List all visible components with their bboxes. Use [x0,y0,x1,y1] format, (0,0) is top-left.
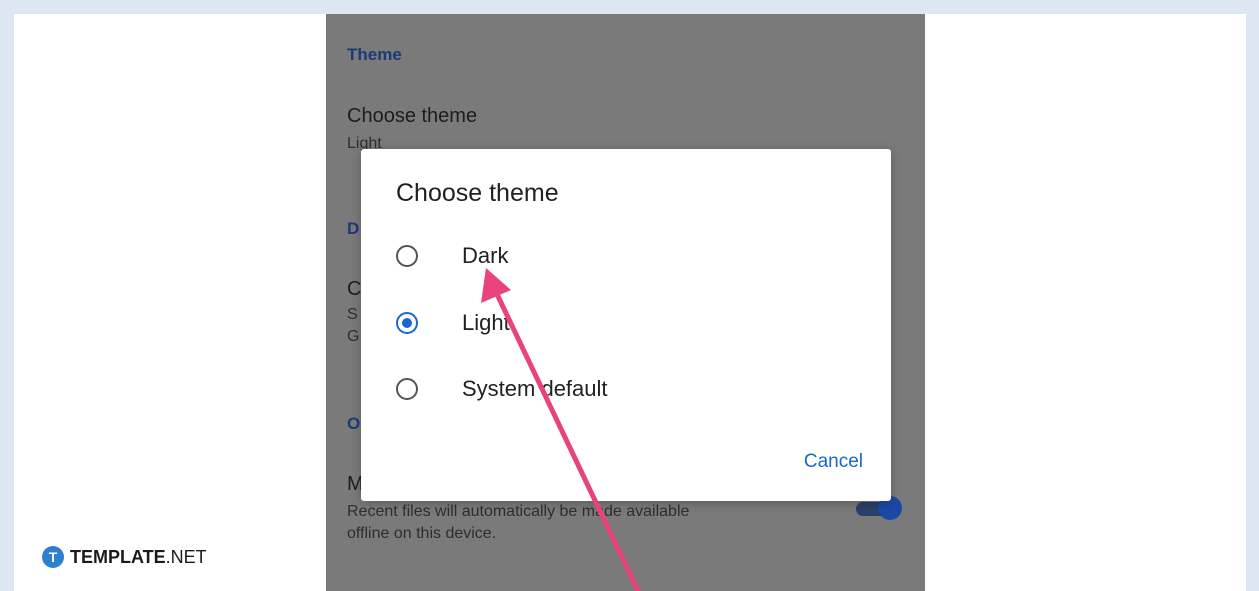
option-dark[interactable]: Dark [396,237,696,277]
cancel-button[interactable]: Cancel [804,451,863,473]
logo-brand-suffix: .NET [165,547,207,567]
option-system-default-label[interactable]: System default [462,376,608,402]
logo-wordmark: TEMPLATE.NET [70,547,207,568]
section-header-theme: Theme [347,45,402,64]
setting-sub-partial-2: G [347,328,360,345]
template-logo-icon: T [42,546,64,568]
radio-unchecked-icon[interactable] [396,245,418,267]
option-system-default[interactable]: System default [396,370,696,410]
choose-theme-setting-title[interactable]: Choose theme [347,105,477,128]
offline-description-line-2: offline on this device. [347,525,497,542]
offline-description-line-1: Recent files will automatically be made … [347,503,690,520]
choose-theme-dialog: Choose theme Dark Light System default C… [361,149,891,501]
option-light[interactable]: Light [396,304,696,344]
dialog-title: Choose theme [396,179,559,207]
logo-brand-bold: TEMPLATE [70,547,166,567]
option-dark-label[interactable]: Dark [462,243,508,269]
setting-title-partial[interactable]: C [347,278,361,301]
radio-unchecked-icon[interactable] [396,378,418,400]
section-header-offline: O [347,414,361,433]
setting-sub-partial-1: S [347,306,358,323]
option-light-label[interactable]: Light [462,310,510,336]
radio-checked-icon[interactable] [396,312,418,334]
section-header-partial: D [347,219,360,238]
